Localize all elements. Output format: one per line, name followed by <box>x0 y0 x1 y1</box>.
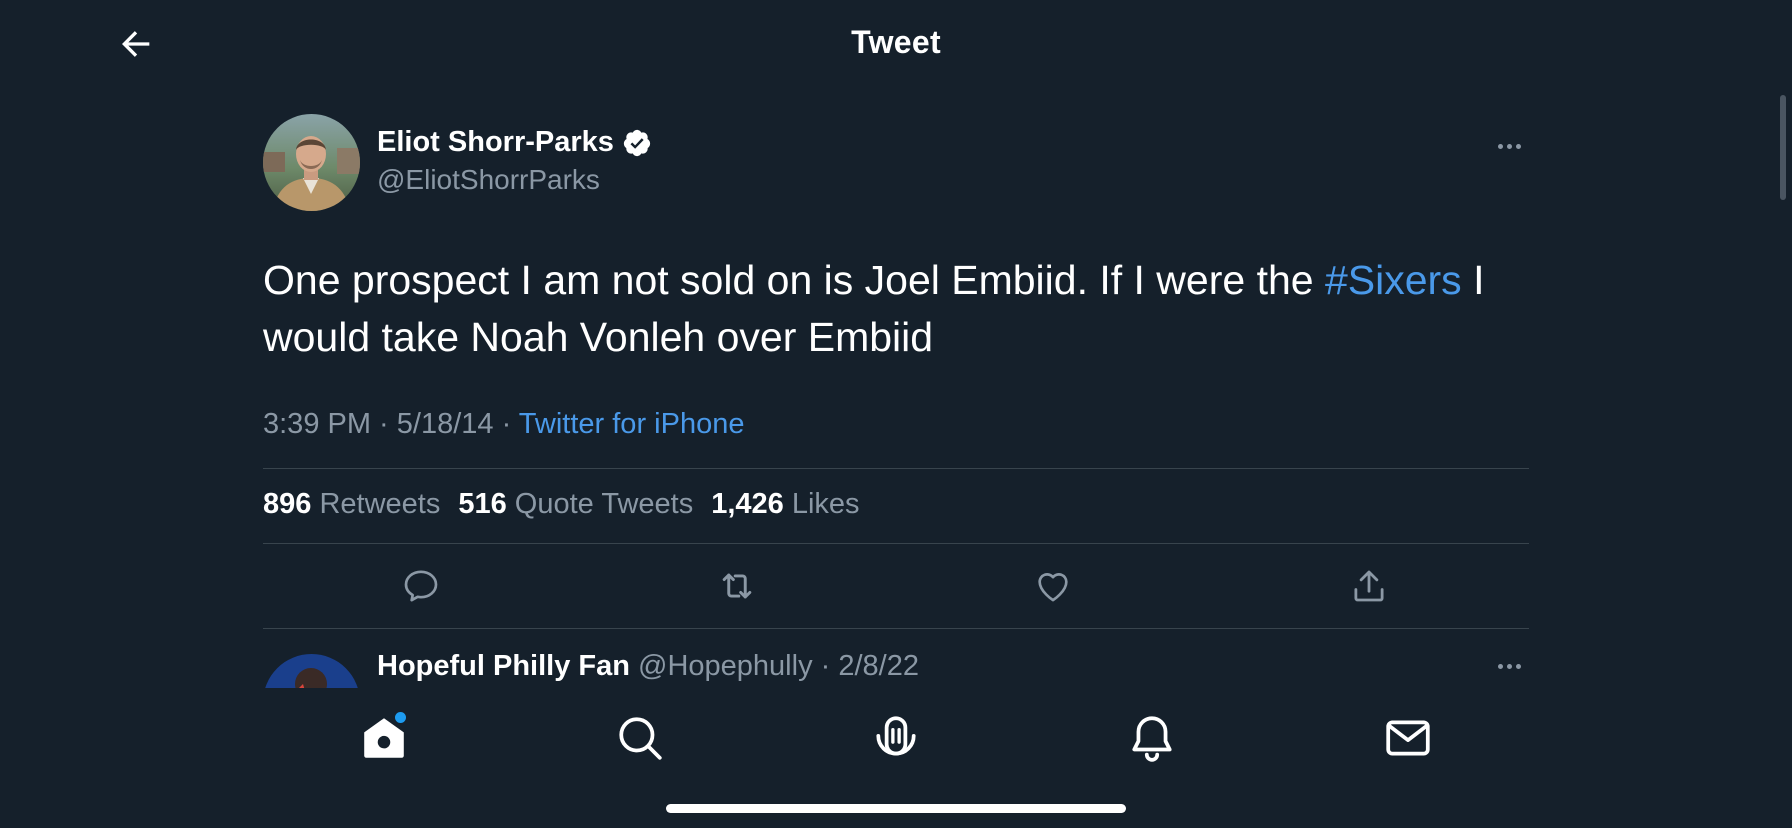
retweet-button[interactable] <box>715 564 759 608</box>
tweet-meta: 3:39 PM · 5/18/14 · Twitter for iPhone <box>263 408 744 441</box>
tweet-date: 5/18/14 <box>396 408 494 440</box>
home-indicator[interactable] <box>666 804 1126 813</box>
new-content-dot <box>395 712 406 723</box>
reply-date: 2/8/22 <box>838 650 919 682</box>
like-icon <box>1038 573 1068 602</box>
verified-badge-icon <box>622 128 652 158</box>
tweet-time: 3:39 PM <box>263 408 371 440</box>
spaces-icon <box>876 716 916 756</box>
reply-item[interactable]: Hopeful Philly Fan @Hopephully · 2/8/22 <box>263 640 1529 688</box>
divider <box>263 468 1529 469</box>
reply-author-handle[interactable]: @Hopephully <box>638 650 813 682</box>
tab-spaces[interactable] <box>868 710 924 766</box>
reply-header: Hopeful Philly Fan @Hopephully · 2/8/22 <box>377 650 919 683</box>
tweet-text: One prospect I am not sold on is Joel Em… <box>263 252 1529 366</box>
tab-notifications[interactable] <box>1124 710 1180 766</box>
retweets-count: 896 <box>263 488 312 520</box>
search-icon <box>619 717 662 760</box>
separator: · <box>371 408 397 440</box>
quotes-label: Quote Tweets <box>514 488 694 520</box>
likes-count: 1,426 <box>711 488 784 520</box>
reply-more-options-button[interactable] <box>1489 654 1529 678</box>
top-bar: Tweet <box>0 0 1792 90</box>
retweet-icon <box>722 573 752 599</box>
reply-icon <box>404 570 438 602</box>
separator: · <box>493 408 519 440</box>
more-options-button[interactable] <box>1489 134 1529 158</box>
tab-home[interactable] <box>356 710 412 766</box>
hashtag-link[interactable]: #Sixers <box>1325 257 1462 303</box>
more-icon <box>1497 143 1503 149</box>
tweet-source-link[interactable]: Twitter for iPhone <box>519 408 745 440</box>
share-button[interactable] <box>1347 564 1391 608</box>
more-icon <box>1497 663 1503 669</box>
likes-stat[interactable]: 1,426 Likes <box>711 488 859 521</box>
retweets-stat[interactable]: 896 Retweets <box>263 488 440 521</box>
divider <box>263 628 1529 629</box>
author-name[interactable]: Eliot Shorr-Parks <box>377 126 652 159</box>
page-title: Tweet <box>851 24 941 60</box>
separator: · <box>812 650 839 682</box>
reply-author-name[interactable]: Hopeful Philly Fan <box>377 650 630 682</box>
divider <box>263 543 1529 544</box>
messages-icon <box>1386 720 1430 756</box>
scrollbar[interactable] <box>1780 95 1786 200</box>
author-handle[interactable]: @EliotShorrParks <box>377 164 600 196</box>
reply-avatar[interactable] <box>263 654 360 688</box>
tweet-stats: 896 Retweets 516 Quote Tweets 1,426 Like… <box>263 488 860 521</box>
retweets-label: Retweets <box>319 488 441 520</box>
quote-tweets-stat[interactable]: 516 Quote Tweets <box>458 488 693 521</box>
reply-button[interactable] <box>399 564 443 608</box>
share-icon <box>1354 570 1384 602</box>
tab-messages[interactable] <box>1380 710 1436 766</box>
tweet-actions <box>263 560 1529 612</box>
like-button[interactable] <box>1031 564 1075 608</box>
quotes-count: 516 <box>458 488 507 520</box>
tweet-text-part: One prospect I am not sold on is Joel Em… <box>263 257 1325 303</box>
tab-search[interactable] <box>612 710 668 766</box>
author-avatar[interactable] <box>263 114 360 211</box>
notifications-icon <box>1132 716 1172 762</box>
likes-label: Likes <box>791 488 860 520</box>
author-name-text: Eliot Shorr-Parks <box>377 126 614 158</box>
